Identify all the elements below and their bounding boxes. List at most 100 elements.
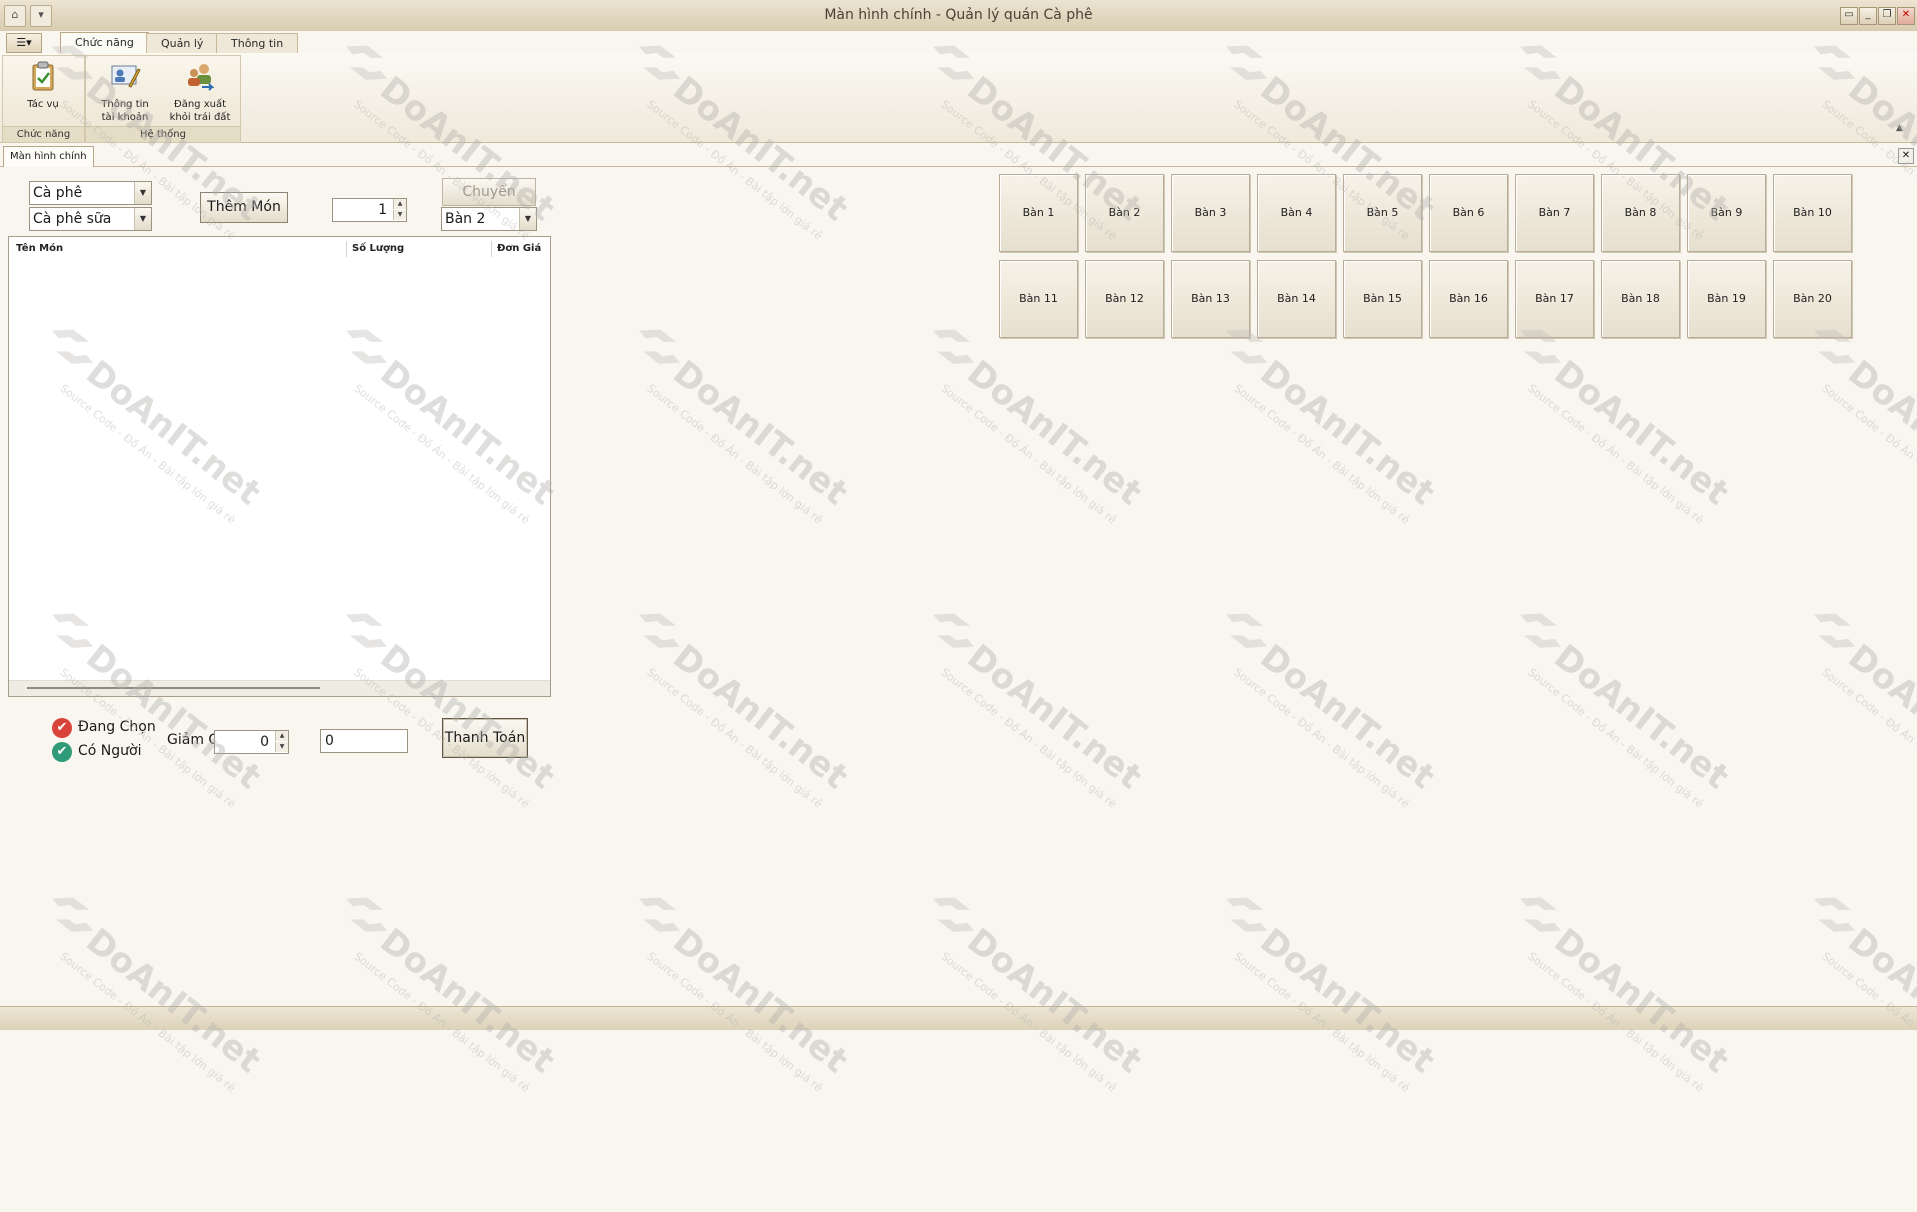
discount-value: 0 [260, 734, 269, 750]
watermark-brand: DoAnIT.net [78, 920, 269, 1082]
add-item-button[interactable]: Thêm Món [200, 192, 288, 223]
table-button[interactable]: Bàn 16 [1429, 260, 1508, 338]
transfer-button[interactable]: Chuyển [442, 178, 536, 206]
logout-button[interactable]: Đăng xuất khỏi trái đất [163, 60, 237, 124]
ribbon-group-label: Hệ thống [86, 126, 240, 142]
account-info-label-1: Thông tin [101, 99, 149, 110]
scrollbar-thumb[interactable] [27, 687, 320, 689]
watermark-logo-icon [933, 329, 975, 364]
chevron-down-icon[interactable]: ▼ [134, 182, 151, 204]
close-button[interactable]: ✕ [1897, 7, 1915, 25]
table-button[interactable]: Bàn 3 [1171, 174, 1250, 252]
column-separator [346, 241, 347, 257]
pay-button[interactable]: Thanh Toán [442, 718, 528, 758]
spin-down-icon[interactable]: ▼ [393, 210, 406, 220]
watermark-brand: DoAnIT.net [959, 636, 1150, 798]
watermark-logo-icon [346, 897, 388, 932]
column-header-quantity[interactable]: Số Lượng [352, 243, 404, 254]
quick-access-dropdown-icon[interactable]: ▾ [30, 5, 52, 27]
window-title: Màn hình chính - Quản lý quán Cà phê [824, 7, 1093, 23]
watermark-logo-icon [1520, 613, 1562, 648]
item-value: Cà phê sữa [33, 211, 112, 227]
watermark: DoAnIT.netSource Code - Đồ Án - Bài tập … [818, 882, 1162, 1212]
table-button[interactable]: Bàn 5 [1343, 174, 1422, 252]
table-button[interactable]: Bàn 9 [1687, 174, 1766, 252]
table-button[interactable]: Bàn 1 [999, 174, 1078, 252]
tab-thong-tin[interactable]: Thông tin [216, 33, 299, 53]
logout-label-2: khỏi trái đất [169, 112, 231, 123]
selected-check-icon: ✔ [52, 718, 72, 738]
ribbon-collapse-icon[interactable]: ▲ [1896, 123, 1903, 133]
table-button[interactable]: Bàn 6 [1429, 174, 1508, 252]
watermark: DoAnIT.netSource Code - Đồ Án - Bài tập … [0, 882, 281, 1212]
order-list[interactable]: Tên Món Số Lượng Đơn Giá [8, 236, 551, 697]
table-button[interactable]: Bàn 20 [1773, 260, 1852, 338]
quantity-stepper[interactable]: 1 ▲ ▼ [332, 198, 407, 222]
watermark-tagline: Source Code - Đồ Án - Bài tập lớn giá rẻ [1231, 665, 1412, 811]
column-header-item-name[interactable]: Tên Món [16, 243, 63, 254]
legend-occupied-label: Có Người [78, 743, 142, 759]
watermark-brand: DoAnIT.net [1252, 352, 1443, 514]
transfer-table-select[interactable]: Bàn 2 ▼ [441, 207, 537, 231]
restore-button[interactable]: ❐ [1878, 7, 1896, 25]
document-close-icon[interactable]: ✕ [1898, 148, 1914, 164]
table-button[interactable]: Bàn 19 [1687, 260, 1766, 338]
ribbon-minimize-icon[interactable]: ▭ [1840, 7, 1858, 25]
tab-quan-ly[interactable]: Quản lý [146, 33, 219, 53]
table-button[interactable]: Bàn 18 [1601, 260, 1680, 338]
ribbon-panel [0, 53, 1917, 143]
watermark-tagline: Source Code - Đồ Án - Bài tập lớn giá rẻ [1819, 665, 1917, 811]
item-select[interactable]: Cà phê sữa ▼ [29, 207, 152, 231]
watermark: DoAnIT.netSource Code - Đồ Án - Bài tập … [818, 598, 1162, 928]
table-button[interactable]: Bàn 17 [1515, 260, 1594, 338]
watermark-logo-icon [639, 897, 681, 932]
watermark: DoAnIT.netSource Code - Đồ Án - Bài tập … [1111, 314, 1455, 644]
table-button[interactable]: Bàn 14 [1257, 260, 1336, 338]
table-button[interactable]: Bàn 2 [1085, 174, 1164, 252]
watermark: DoAnIT.netSource Code - Đồ Án - Bài tập … [1699, 882, 1917, 1212]
column-separator [491, 241, 492, 257]
spin-down-icon[interactable]: ▼ [275, 742, 288, 752]
watermark: DoAnIT.netSource Code - Đồ Án - Bài tập … [818, 314, 1162, 644]
watermark: DoAnIT.netSource Code - Đồ Án - Bài tập … [524, 598, 868, 928]
watermark: DoAnIT.netSource Code - Đồ Án - Bài tập … [1111, 882, 1455, 1212]
category-select[interactable]: Cà phê ▼ [29, 181, 152, 205]
watermark-brand: DoAnIT.net [665, 920, 856, 1082]
table-button[interactable]: Bàn 10 [1773, 174, 1852, 252]
table-button[interactable]: Bàn 4 [1257, 174, 1336, 252]
table-button[interactable]: Bàn 7 [1515, 174, 1594, 252]
total-field[interactable]: 0 [320, 729, 408, 753]
discount-stepper[interactable]: 0 ▲ ▼ [214, 730, 289, 754]
watermark-brand: DoAnIT.net [665, 636, 856, 798]
table-button[interactable]: Bàn 11 [999, 260, 1078, 338]
application-menu-button[interactable]: ☰▾ [6, 33, 42, 53]
horizontal-scrollbar[interactable] [9, 680, 550, 696]
watermark-logo-icon [933, 613, 975, 648]
watermark-logo-icon [1814, 613, 1856, 648]
account-edit-icon [111, 65, 141, 88]
app-icon[interactable]: ⌂ [4, 5, 26, 27]
watermark-tagline: Source Code - Đồ Án - Bài tập lớn giá rẻ [938, 381, 1119, 527]
spin-up-icon[interactable]: ▲ [393, 199, 406, 209]
document-tab-main[interactable]: Màn hình chính [3, 146, 94, 167]
status-bar [0, 1006, 1917, 1030]
table-button[interactable]: Bàn 15 [1343, 260, 1422, 338]
watermark-brand: DoAnIT.net [1840, 636, 1917, 798]
logout-users-icon [188, 64, 215, 91]
account-info-button[interactable]: Thông tin tài khoản [94, 60, 156, 124]
spin-up-icon[interactable]: ▲ [275, 731, 288, 741]
tab-chuc-nang[interactable]: Chức năng [60, 32, 149, 54]
column-header-price[interactable]: Đơn Giá [497, 243, 541, 254]
table-button[interactable]: Bàn 12 [1085, 260, 1164, 338]
tac-vu-label: Tác vụ [27, 99, 59, 110]
watermark-brand: DoAnIT.net [1546, 920, 1737, 1082]
chevron-down-icon[interactable]: ▼ [134, 208, 151, 230]
tac-vu-button[interactable]: Tác vụ [12, 60, 74, 111]
table-button[interactable]: Bàn 13 [1171, 260, 1250, 338]
minimize-button[interactable]: _ [1859, 7, 1877, 25]
table-button[interactable]: Bàn 8 [1601, 174, 1680, 252]
chevron-down-icon[interactable]: ▼ [519, 208, 536, 230]
watermark-brand: DoAnIT.net [1252, 636, 1443, 798]
watermark-brand: DoAnIT.net [1252, 920, 1443, 1082]
watermark-tagline: Source Code - Đồ Án - Bài tập lớn giá rẻ [1231, 381, 1412, 527]
